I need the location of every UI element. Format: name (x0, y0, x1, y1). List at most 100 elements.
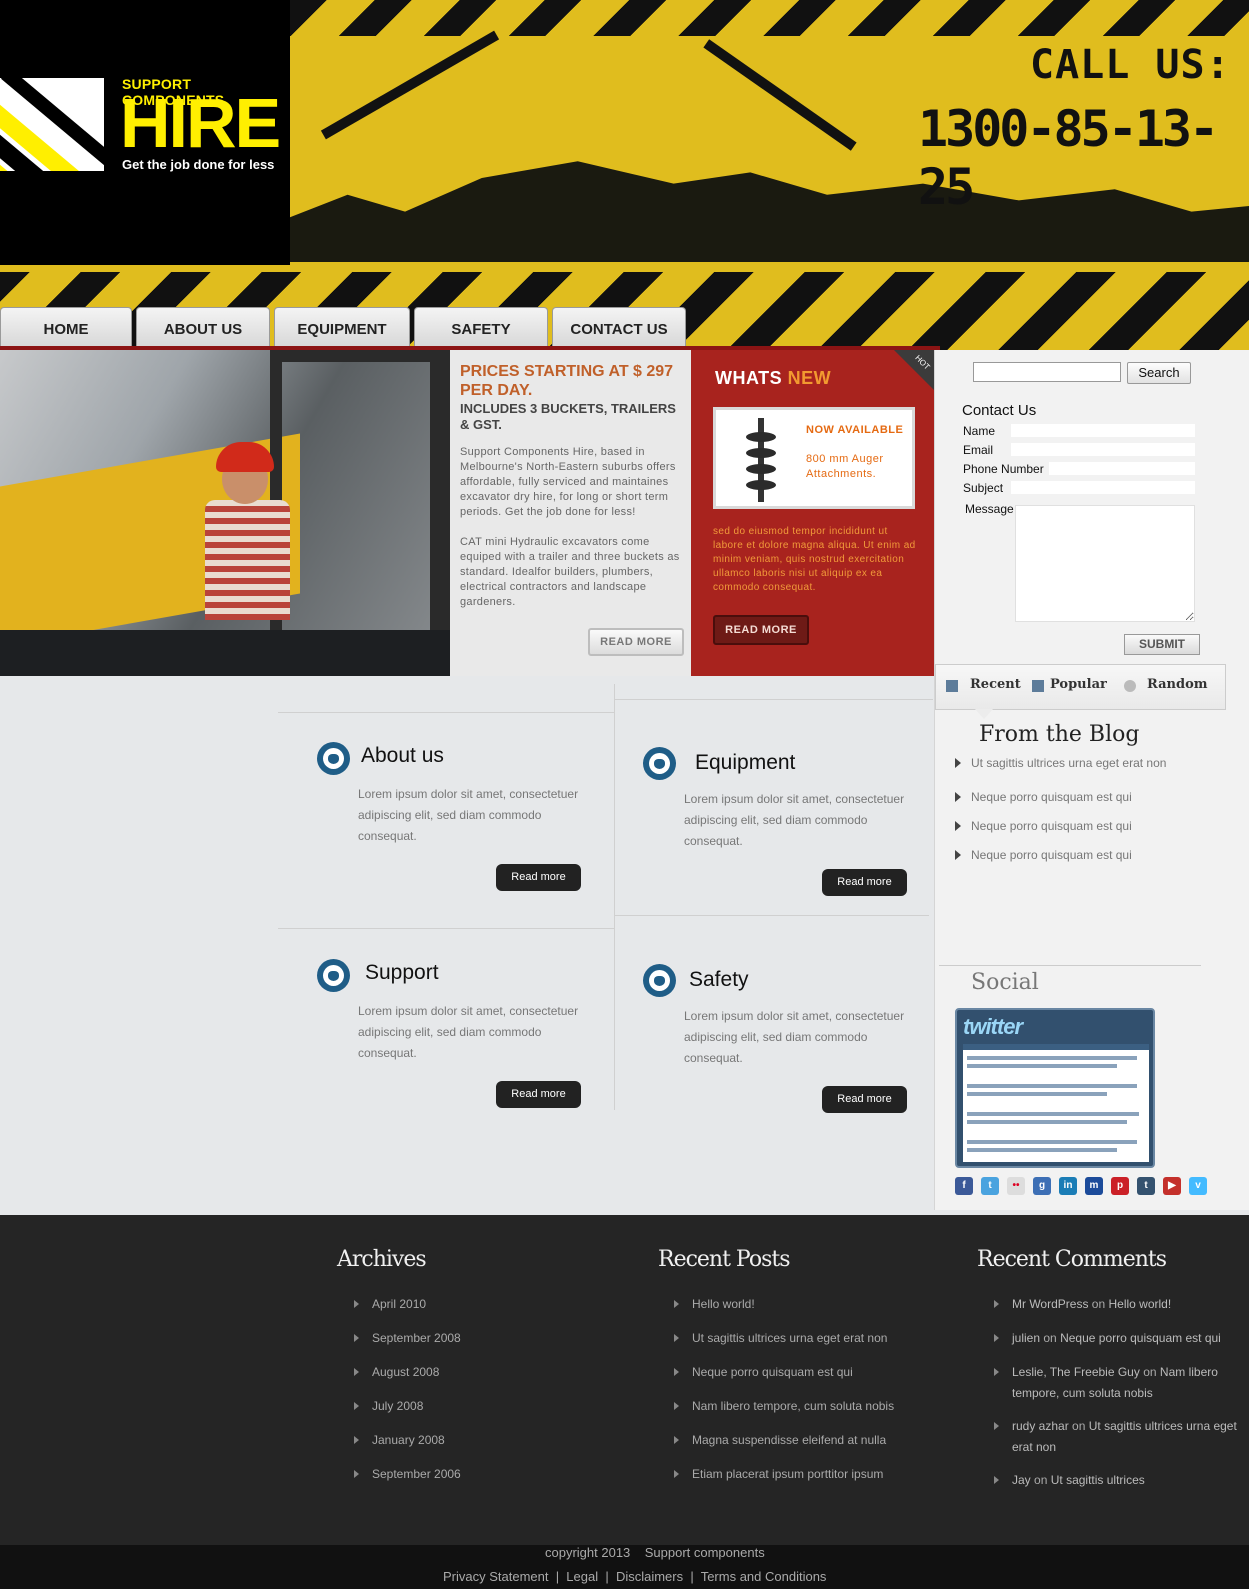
equipment-read-more-button[interactable]: Read more (822, 869, 907, 896)
recent-post-link[interactable]: Ut sagittis ultrices urna eget erat non (673, 1328, 887, 1349)
myspace-icon[interactable]: m (1085, 1177, 1103, 1195)
whats-new-paragraph: sed do eiusmod tempor incididunt ut labo… (713, 526, 916, 593)
comment-author[interactable]: Jay (1012, 1473, 1031, 1487)
nav-safety[interactable]: SAFETY (414, 307, 548, 349)
recent-post-link[interactable]: Hello world! (674, 1294, 755, 1315)
hot-ribbon: HOT (894, 350, 934, 390)
safety-read-more-button[interactable]: Read more (822, 1086, 907, 1113)
comment-on: on (1143, 1365, 1157, 1379)
logo-word: HIRE (120, 84, 281, 162)
archive-link[interactable]: January 2008 (354, 1430, 445, 1451)
recent-comment[interactable]: julien on Neque porro quisquam est qui (994, 1328, 1248, 1349)
legal-links[interactable]: Privacy Statement | Legal | Disclaimers … (443, 1569, 826, 1584)
tumblr-icon[interactable]: t (1137, 1177, 1155, 1195)
archive-link[interactable]: April 2010 (353, 1294, 426, 1315)
linkedin-icon[interactable]: in (1059, 1177, 1077, 1195)
phone-field[interactable] (1049, 462, 1195, 475)
message-field[interactable] (1015, 505, 1195, 622)
recent-comment[interactable]: Jay on Ut sagittis ultrices (994, 1470, 1248, 1491)
about-us-read-more-button[interactable]: Read more (496, 864, 581, 891)
pinterest-icon[interactable]: p (1111, 1177, 1129, 1195)
tab-popular[interactable]: Popular (1050, 677, 1107, 692)
name-field[interactable] (1011, 424, 1195, 437)
comment-author[interactable]: Leslie, The Freebie Guy (1012, 1365, 1140, 1379)
safety-title[interactable]: Safety (689, 968, 749, 992)
equipment-text: Lorem ipsum dolor sit amet, consectetuer… (684, 792, 905, 848)
comment-on: on (1034, 1473, 1048, 1487)
hero-paragraph-1: Support Components Hire, based in Melbou… (460, 446, 676, 518)
comment-author[interactable]: rudy azhar (1012, 1419, 1069, 1433)
email-field[interactable] (1011, 443, 1195, 456)
logo-mark-icon (0, 78, 104, 171)
facebook-icon[interactable]: f (955, 1177, 973, 1195)
hero-text-panel: PRICES STARTING AT $ 297 PER DAY. INCLUD… (450, 350, 691, 676)
comment-author[interactable]: julien (1012, 1331, 1040, 1345)
tab-pointer (975, 709, 993, 719)
logo[interactable]: SUPPORT COMPONENTS HIRE Get the job done… (0, 0, 290, 265)
archive-link[interactable]: September 2006 (354, 1464, 461, 1485)
recent-post-link[interactable]: Nam libero tempore, cum soluta nobis (673, 1396, 894, 1417)
comment-post[interactable]: Ut sagittis ultrices (1051, 1473, 1145, 1487)
excavator-silhouette-right (703, 39, 857, 151)
flickr-icon[interactable]: •• (1007, 1177, 1025, 1195)
whats-new-panel: WHATS NEW HOT NOW AVAILABLE 800 mm Auger… (691, 350, 934, 676)
email-label: Email (963, 443, 994, 457)
support-title[interactable]: Support (365, 961, 439, 985)
message-label: Message (965, 502, 1014, 516)
search-button[interactable]: Search (1127, 362, 1191, 384)
product-card[interactable]: NOW AVAILABLE 800 mm Auger Attachments. (713, 407, 915, 509)
about-us-text: Lorem ipsum dolor sit amet, consectetuer… (358, 787, 579, 843)
twitter-widget[interactable]: twitter (955, 1008, 1155, 1168)
recent-post-link[interactable]: Neque porro quisquam est qui (674, 1362, 853, 1383)
name-label: Name (963, 424, 996, 438)
tab-random[interactable]: Random (1147, 677, 1208, 692)
about-us-title[interactable]: About us (361, 744, 444, 768)
footer: Archives April 2010 September 2008 Augus… (0, 1215, 1249, 1545)
product-description: 800 mm Auger Attachments. (806, 453, 884, 480)
recent-post-link[interactable]: Magna suspendisse eleifend at nulla (673, 1430, 886, 1451)
tab-recent[interactable]: Recent (970, 677, 1021, 692)
twitter-logo: twitter (963, 1014, 1023, 1039)
archive-link[interactable]: July 2008 (353, 1396, 423, 1417)
cabin-floor (0, 630, 450, 676)
blog-item[interactable]: Ut sagittis ultrices urna eget erat non (954, 756, 1166, 770)
comment-post[interactable]: Neque porro quisquam est qui (1060, 1331, 1221, 1345)
subject-field[interactable] (1011, 481, 1195, 494)
about-us-icon (317, 742, 350, 775)
phone-label: Phone Number (963, 462, 1044, 476)
nav-contact-us[interactable]: CONTACT US (552, 307, 686, 349)
call-us-label: CALL US: (1030, 42, 1231, 88)
archive-link[interactable]: September 2008 (354, 1328, 461, 1349)
nav-about-us[interactable]: ABOUT US (136, 307, 270, 349)
recent-comment[interactable]: Leslie, The Freebie Guy on Nam libero te… (994, 1362, 1248, 1404)
comment-author[interactable]: Mr WordPress (1012, 1297, 1088, 1311)
blog-item[interactable]: Neque porro quisquam est qui (955, 819, 1132, 833)
hero-paragraph-2: CAT mini Hydraulic excavators come equip… (460, 536, 680, 608)
blog-item[interactable]: Neque porro quisquam est qui (955, 790, 1132, 804)
vimeo-icon[interactable]: v (1189, 1177, 1207, 1195)
search-input[interactable] (973, 362, 1121, 382)
equipment-title[interactable]: Equipment (695, 751, 795, 775)
logo-tagline: Get the job done for less (122, 157, 275, 172)
whats-new-read-more-button[interactable]: READ MORE (713, 615, 809, 645)
blog-item[interactable]: Neque porro quisquam est qui (955, 848, 1132, 862)
nav-home[interactable]: HOME (0, 307, 132, 349)
support-read-more-button[interactable]: Read more (496, 1081, 581, 1108)
recent-comment[interactable]: rudy azhar on Ut sagittis ultrices urna … (994, 1416, 1248, 1458)
comment-post[interactable]: Hello world! (1109, 1297, 1172, 1311)
phone-number[interactable]: 1300-85-13-25 (918, 100, 1249, 216)
recent-comments-title: Recent Comments (977, 1247, 1167, 1272)
excavator-silhouette-left (320, 30, 500, 140)
subject-label: Subject (963, 481, 1004, 495)
hero-read-more-button[interactable]: READ MORE (588, 628, 684, 656)
recent-comment[interactable]: Mr WordPress on Hello world! (994, 1294, 1248, 1315)
twitter-icon[interactable]: t (981, 1177, 999, 1195)
recent-post-link[interactable]: Etiam placerat ipsum porttitor ipsum (673, 1464, 883, 1485)
submit-button[interactable]: SUBMIT (1124, 634, 1200, 655)
youtube-icon[interactable]: ▶ (1163, 1177, 1181, 1195)
page: SUPPORT COMPONENTS HIRE Get the job done… (0, 0, 1249, 1589)
google-icon[interactable]: g (1033, 1177, 1051, 1195)
nav-equipment[interactable]: EQUIPMENT (274, 307, 410, 349)
archive-link[interactable]: August 2008 (353, 1362, 439, 1383)
recent-posts-title: Recent Posts (658, 1247, 791, 1272)
